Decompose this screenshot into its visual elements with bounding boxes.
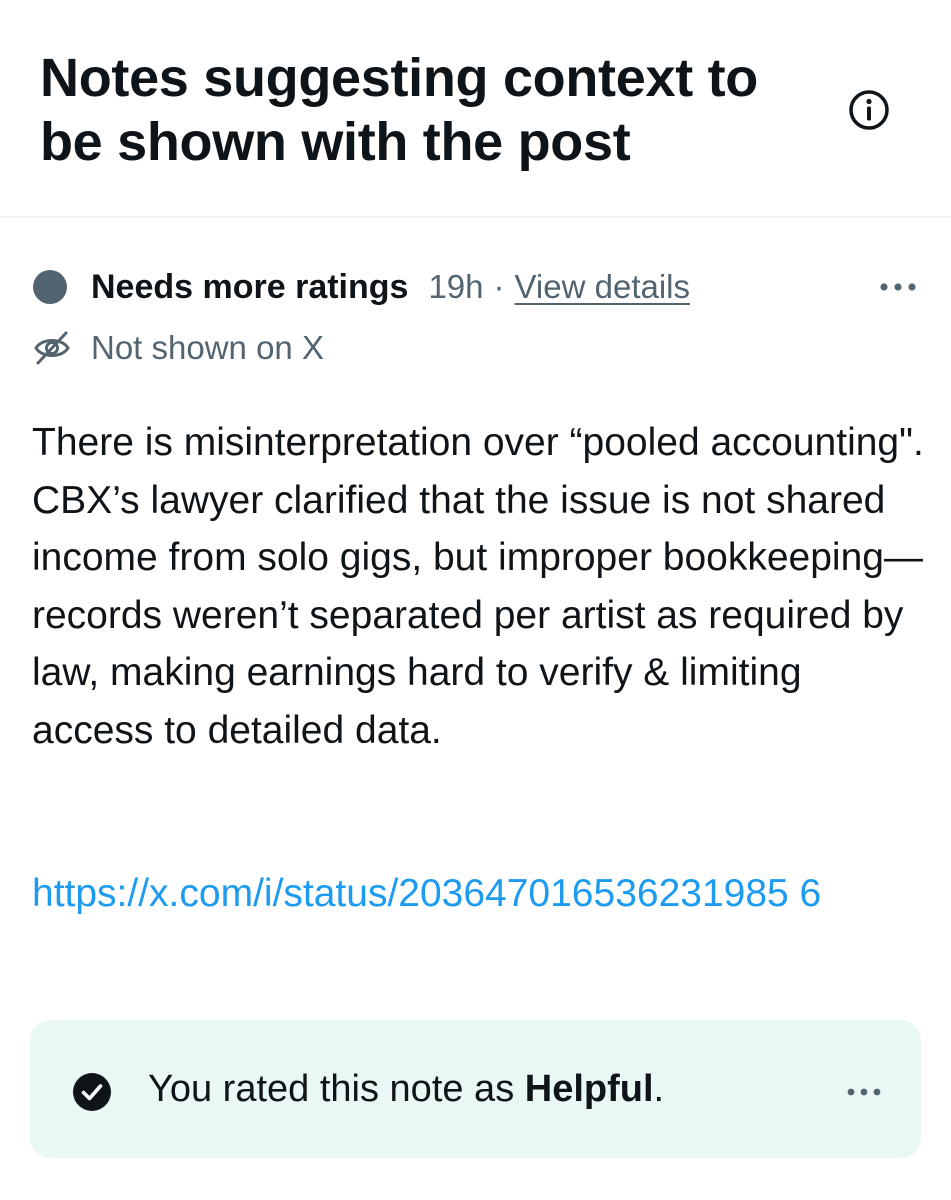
notes-header: Notes suggesting context to be shown wit… bbox=[0, 0, 951, 218]
note-text: There is misinterpretation over “pooled … bbox=[32, 421, 924, 752]
visibility-text: Not shown on X bbox=[91, 329, 324, 366]
visibility-row: Not shown on X bbox=[33, 324, 324, 372]
status-dot bbox=[33, 270, 67, 304]
more-icon[interactable] bbox=[844, 1078, 884, 1106]
community-notes-page: Notes suggesting context to be shown wit… bbox=[0, 0, 951, 1200]
page-title: Notes suggesting context to be shown wit… bbox=[40, 48, 758, 172]
view-details-link[interactable]: View details bbox=[515, 268, 691, 306]
rating-value: Helpful bbox=[524, 1068, 654, 1110]
info-icon[interactable] bbox=[848, 89, 890, 131]
status-label: Needs more ratings bbox=[91, 267, 409, 306]
eye-off-icon bbox=[34, 331, 70, 365]
rating-panel: You rated this note as Helpful. bbox=[30, 1020, 921, 1158]
note-source-link[interactable]: https://x.com/i/status/20364701653623198… bbox=[32, 865, 912, 923]
more-icon[interactable] bbox=[876, 272, 920, 302]
note-timestamp: 19h bbox=[428, 268, 484, 305]
separator-dot: · bbox=[493, 268, 505, 305]
rating-suffix: . bbox=[653, 1068, 665, 1110]
rating-message: You rated this note as Helpful. bbox=[148, 1066, 664, 1112]
note-status-row: Needs more ratings 19h · View details bbox=[33, 262, 923, 312]
check-circle-icon bbox=[73, 1073, 111, 1111]
rating-prefix: You rated this note as bbox=[148, 1068, 525, 1110]
